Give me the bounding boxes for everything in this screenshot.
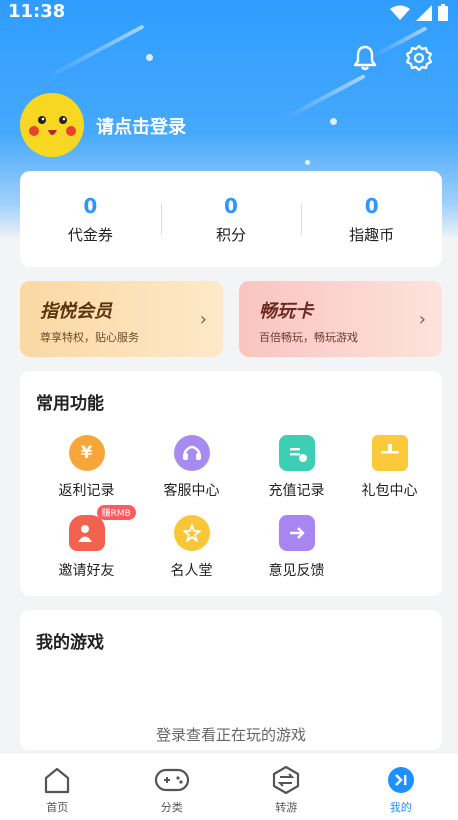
battery-icon: [438, 4, 448, 21]
tab-label: 分类: [160, 801, 183, 814]
home-icon: [45, 767, 70, 794]
status-bar: 11:38: [0, 0, 458, 24]
gift-icon: [371, 435, 408, 471]
tab-category[interactable]: 分类: [115, 753, 230, 820]
stat-value: 0: [83, 193, 98, 218]
common-functions-card: 常用功能 ¥ 返利记录 客服中心 充值记录 礼包中心 赚RMB 邀请好友 名人堂…: [20, 371, 442, 596]
function-label: 客服中心: [163, 483, 220, 499]
games-empty-text[interactable]: 登录查看正在玩的游戏: [20, 724, 442, 745]
function-label: 礼包中心: [361, 483, 418, 499]
functions-title: 常用功能: [36, 394, 104, 414]
stat-coins[interactable]: 0 指趣币: [301, 171, 442, 267]
function-gifts[interactable]: 礼包中心: [337, 435, 442, 500]
status-time: 11:38: [8, 1, 66, 22]
function-support[interactable]: 客服中心: [139, 435, 244, 500]
tab-label: 转游: [275, 801, 298, 814]
play-card-title: 畅玩卡: [259, 301, 313, 322]
vip-title: 指悦会员: [40, 301, 112, 322]
tab-mine[interactable]: 我的: [344, 753, 458, 820]
function-hall-of-fame[interactable]: 名人堂: [139, 515, 244, 580]
play-card-banner[interactable]: 畅玩卡 百倍畅玩，畅玩游戏 ›: [239, 281, 442, 357]
signal-icon: [416, 4, 432, 21]
wifi-icon: [390, 5, 410, 20]
tab-label: 首页: [46, 801, 69, 814]
function-rebate[interactable]: ¥ 返利记录: [34, 435, 139, 500]
games-title: 我的游戏: [36, 633, 104, 653]
stat-label: 代金券: [67, 225, 113, 244]
function-label: 邀请好友: [58, 563, 115, 579]
play-card-subtitle: 百倍畅玩，畅玩游戏: [259, 331, 358, 344]
stat-value: 0: [224, 193, 238, 218]
recharge-icon: [278, 435, 315, 471]
avatar[interactable]: [20, 93, 84, 157]
vip-membership-banner[interactable]: 指悦会员 尊享特权，贴心服务 ›: [20, 281, 223, 357]
login-prompt[interactable]: 请点击登录: [96, 113, 186, 139]
bottom-tab-bar: 首页 分类 转游 我的: [0, 752, 458, 820]
profile-icon: [387, 767, 414, 793]
gamepad-icon: [154, 768, 189, 792]
function-label: 意见反馈: [268, 563, 325, 579]
stat-label: 指趣币: [349, 225, 395, 244]
tab-label: 我的: [389, 801, 412, 814]
bell-icon[interactable]: [351, 44, 379, 72]
headset-icon: [173, 435, 210, 471]
star-icon: [173, 515, 210, 551]
vip-subtitle: 尊享特权，贴心服务: [40, 331, 139, 344]
rebate-icon: ¥: [68, 435, 105, 471]
stat-value: 0: [364, 193, 379, 218]
function-invite[interactable]: 赚RMB 邀请好友: [34, 505, 139, 580]
stat-vouchers[interactable]: 0 代金券: [20, 171, 161, 267]
function-feedback[interactable]: 意见反馈: [244, 515, 349, 580]
tab-home[interactable]: 首页: [0, 753, 115, 820]
pikachu-avatar-icon: [29, 116, 76, 136]
function-label: 返利记录: [58, 483, 115, 499]
function-recharge[interactable]: 充值记录: [244, 435, 349, 500]
stat-label: 积分: [216, 225, 247, 244]
function-label: 充值记录: [268, 483, 325, 499]
stats-card: 0 代金券 0 积分 0 指趣币: [20, 171, 442, 267]
stat-points[interactable]: 0 积分: [160, 171, 302, 267]
gear-icon[interactable]: [405, 44, 433, 72]
chevron-right-icon: ›: [199, 309, 207, 330]
invite-icon: 赚RMB: [68, 505, 136, 551]
tab-switch[interactable]: 转游: [229, 753, 344, 820]
chevron-right-icon: ›: [418, 309, 426, 330]
earn-badge: 赚RMB: [96, 505, 136, 520]
function-label: 名人堂: [170, 563, 213, 579]
switch-icon: [273, 765, 300, 795]
my-games-card: 我的游戏 登录查看正在玩的游戏: [20, 610, 442, 750]
feedback-icon: [278, 515, 315, 551]
